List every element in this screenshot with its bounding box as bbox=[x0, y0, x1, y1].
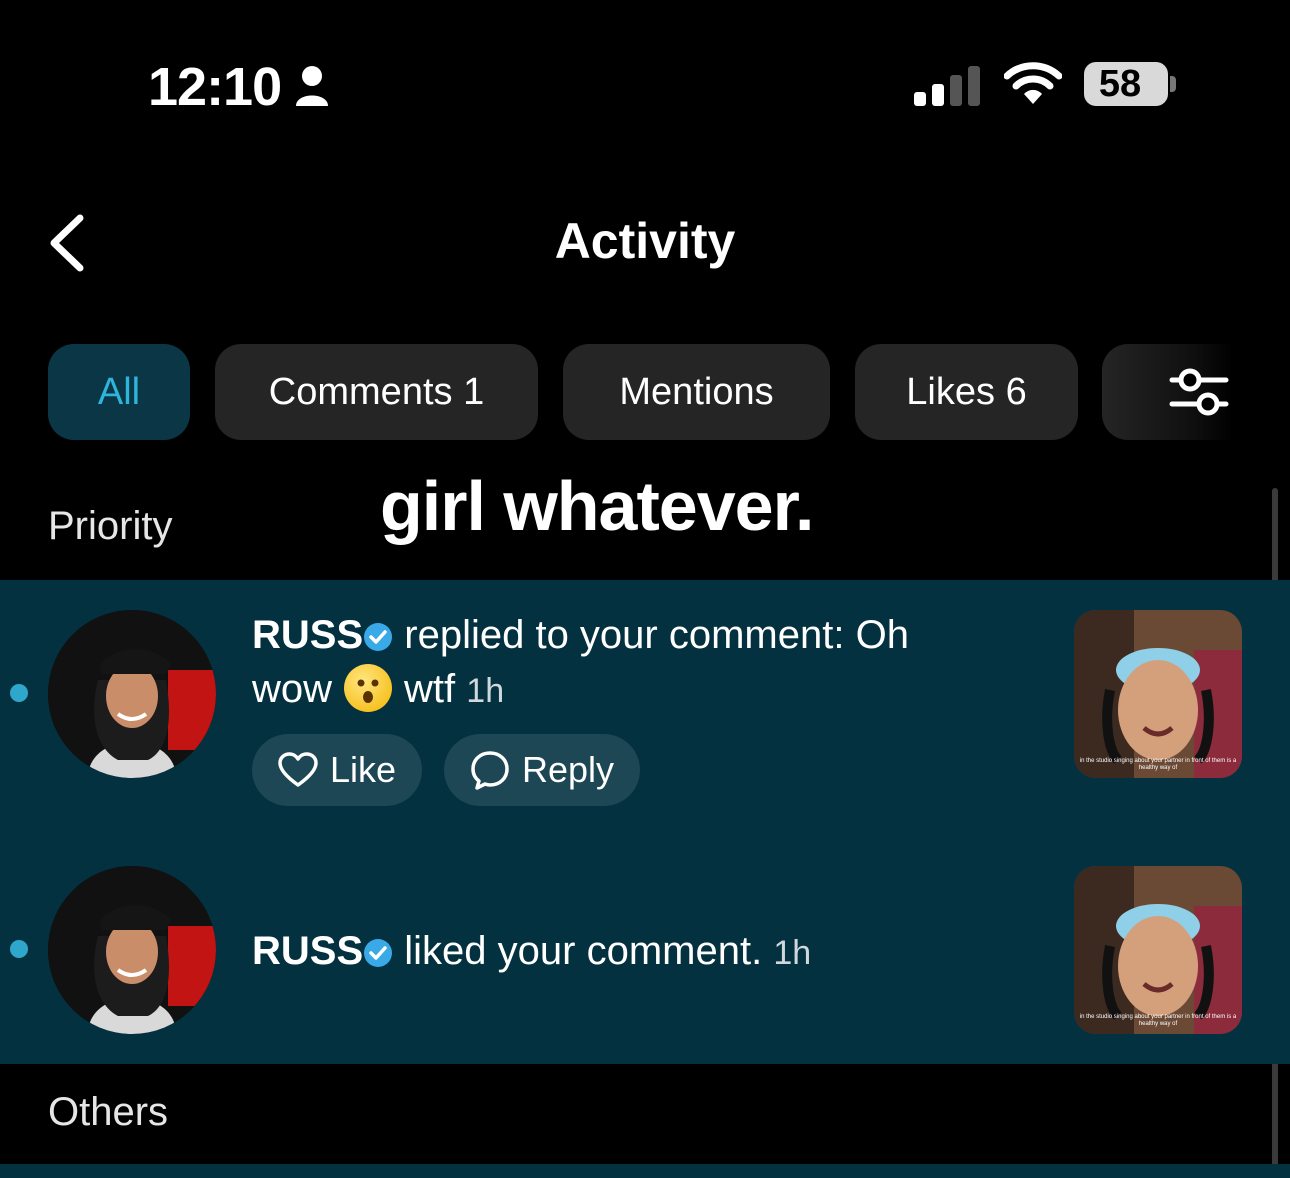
timestamp: 1h bbox=[773, 934, 812, 972]
notification-text: RUSS liked your comment. 1h bbox=[252, 926, 1032, 980]
battery-cap bbox=[1170, 76, 1176, 92]
tab-label: Mentions bbox=[619, 370, 774, 413]
page-title: Activity bbox=[554, 213, 736, 269]
username[interactable]: RUSS bbox=[252, 613, 363, 657]
tab-label: Comments 1 bbox=[268, 370, 485, 413]
section-priority-label: Priority bbox=[48, 504, 173, 548]
like-label: Like bbox=[330, 749, 397, 790]
thumbnail-caption: in the studio singing about your partner… bbox=[1079, 758, 1237, 771]
avatar-photo bbox=[48, 866, 216, 1034]
astonished-face-emoji bbox=[344, 664, 393, 712]
wifi-icon bbox=[1003, 62, 1063, 111]
notification-text: RUSS replied to your comment: Oh wow wtf … bbox=[252, 610, 1032, 716]
heart-icon bbox=[278, 752, 318, 787]
section-others-label: Others bbox=[48, 1090, 169, 1134]
filter-button[interactable] bbox=[1168, 364, 1230, 425]
username[interactable]: RUSS bbox=[252, 929, 363, 973]
tab-label: All bbox=[97, 370, 141, 413]
post-thumbnail[interactable]: in the studio singing about your partner… bbox=[1074, 866, 1242, 1034]
next-row-peek bbox=[0, 1164, 1290, 1178]
overlay-caption: girl whatever. bbox=[380, 467, 814, 545]
notification-message-cont: wow bbox=[252, 667, 333, 711]
tab-label: Likes 6 bbox=[906, 370, 1027, 413]
verified-badge-icon bbox=[363, 614, 393, 664]
cellular-signal-icon bbox=[914, 66, 982, 111]
person-icon bbox=[294, 64, 330, 113]
battery-level: 58 bbox=[1098, 63, 1142, 105]
reply-button[interactable]: Reply bbox=[444, 734, 641, 806]
avatar-photo bbox=[48, 610, 216, 778]
notification-message: liked your comment. bbox=[404, 929, 763, 973]
notification-message-end: wtf bbox=[404, 667, 456, 711]
reply-label: Reply bbox=[522, 749, 615, 790]
like-button[interactable]: Like bbox=[252, 734, 423, 806]
unread-dot bbox=[10, 684, 28, 702]
thumbnail-image bbox=[1074, 866, 1242, 1034]
post-thumbnail[interactable]: in the studio singing about your partner… bbox=[1074, 610, 1242, 778]
notification-message: replied to your comment: Oh bbox=[404, 613, 909, 657]
tab-mentions[interactable]: Mentions bbox=[563, 344, 830, 440]
avatar[interactable] bbox=[48, 866, 216, 1034]
tab-comments[interactable]: Comments 1 bbox=[215, 344, 538, 440]
avatar[interactable] bbox=[48, 610, 216, 778]
tab-all[interactable]: All bbox=[48, 344, 190, 440]
verified-badge-icon bbox=[363, 930, 393, 980]
sliders-icon bbox=[1169, 368, 1229, 416]
thumbnail-caption: in the studio singing about your partner… bbox=[1079, 1014, 1237, 1027]
timestamp: 1h bbox=[466, 672, 505, 710]
comment-bubble-icon bbox=[471, 751, 509, 790]
status-time: 12:10 bbox=[148, 57, 282, 117]
thumbnail-image bbox=[1074, 610, 1242, 778]
tab-likes[interactable]: Likes 6 bbox=[855, 344, 1078, 440]
battery-icon: 58 bbox=[1084, 62, 1168, 106]
unread-dot bbox=[10, 940, 28, 958]
